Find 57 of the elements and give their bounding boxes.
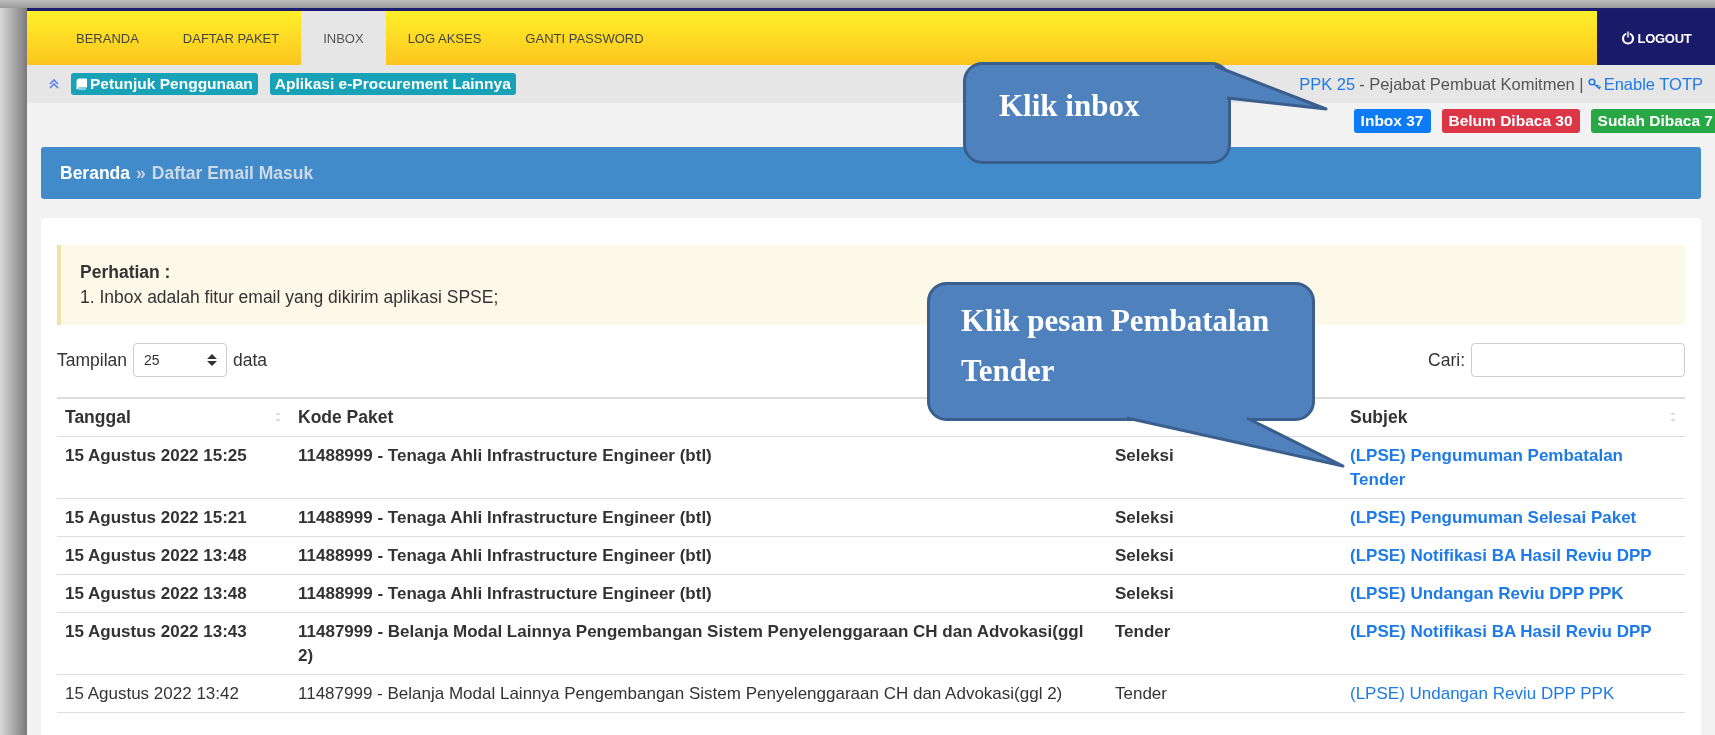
- package-cell: 11488999 - Tenaga Ahli Infrastructure Engineer (btl): [290, 436, 1107, 498]
- page-length-suffix: data: [233, 349, 268, 371]
- column-header[interactable]: Subjek: [1350, 406, 1408, 428]
- user-link[interactable]: PPK 25: [1299, 74, 1356, 94]
- nav-tab[interactable]: BERANDA: [54, 11, 161, 65]
- nav-tab[interactable]: LOG AKSES: [385, 11, 504, 65]
- callout-text: Klik pesan Pembatalan Tender: [961, 302, 1271, 390]
- enable-totp-link[interactable]: Enable TOTP: [1587, 74, 1703, 94]
- method-cell: Seleksi: [1107, 498, 1342, 536]
- page-length-select[interactable]: 25: [133, 343, 228, 377]
- date-cell: 15 Agustus 2022 13:43: [57, 612, 290, 674]
- search-field[interactable]: [1471, 343, 1685, 377]
- method-cell: Seleksi: [1107, 574, 1342, 612]
- link-button[interactable]: Aplikasi e-Procurement Lainnya: [269, 73, 516, 95]
- date-cell: 15 Agustus 2022 15:21: [57, 498, 290, 536]
- method-cell: Seleksi: [1107, 536, 1342, 574]
- date-cell: 15 Agustus 2022 13:48: [57, 536, 290, 574]
- package-cell: 11488999 - Tenaga Ahli Infrastructure Engineer (btl): [290, 536, 1107, 574]
- page-length-label: Tampilan: [57, 349, 128, 371]
- up-down-icon: [207, 353, 218, 367]
- double-chevron-up-icon[interactable]: [49, 79, 59, 89]
- power-icon: [1620, 31, 1635, 45]
- notice-text: 1. Inbox adalah fitur email yang dikirim aplikasi SPSE;: [80, 287, 500, 308]
- date-cell: 15 Agustus 2022 13:48: [57, 574, 290, 612]
- subject-link[interactable]: (LPSE) Undangan Reviu DPP PPK: [1350, 681, 1677, 706]
- package-cell: 11487999 - Belanja Modal Lainnya Pengembangan Sistem Penyelenggaraan CH dan Advokasi(ggl 2): [290, 612, 1107, 674]
- date-cell: 15 Agustus 2022 13:42: [57, 674, 290, 712]
- user-role: - Pejabat Pembuat Komitmen |: [1359, 74, 1584, 94]
- column-header[interactable]: Kode Paket: [298, 406, 394, 428]
- nav-tab[interactable]: INBOX: [301, 11, 386, 65]
- sort-icon: [1669, 411, 1677, 424]
- inbox-count-badge[interactable]: Sudah Dibaca 7: [1590, 109, 1715, 133]
- package-cell: 11487999 - Belanja Modal Lainnya Pengembangan Sistem Penyelenggaraan CH dan Advokasi(ggl 2): [290, 674, 1107, 712]
- callout-text: Klik inbox: [999, 87, 1141, 125]
- subject-link[interactable]: (LPSE) Pengumuman Selesai Paket: [1350, 505, 1677, 530]
- link-button[interactable]: Petunjuk Penggunaan: [71, 73, 258, 95]
- breadcrumb-separator: »: [136, 162, 146, 184]
- nav-tab[interactable]: GANTI PASSWORD: [503, 11, 666, 65]
- logout-button[interactable]: LOGOUT: [1597, 11, 1715, 65]
- notice-title: Perhatian :: [80, 262, 172, 283]
- subject-link[interactable]: (LPSE) Notifikasi BA Hasil Reviu DPP: [1350, 619, 1677, 644]
- package-cell: 11488999 - Tenaga Ahli Infrastructure Engineer (btl): [290, 498, 1107, 536]
- package-cell: 11488999 - Tenaga Ahli Infrastructure Engineer (btl): [290, 574, 1107, 612]
- date-cell: 15 Agustus 2022 15:25: [57, 436, 290, 498]
- method-cell: Tender: [1107, 674, 1342, 712]
- breadcrumb-home-link[interactable]: Beranda: [60, 162, 131, 184]
- breadcrumb-current: Daftar Email Masuk: [151, 162, 314, 184]
- book-icon: [76, 78, 87, 90]
- sort-icon: [274, 411, 282, 424]
- subject-link[interactable]: (LPSE) Notifikasi BA Hasil Reviu DPP: [1350, 543, 1677, 568]
- search-label: Cari:: [1428, 349, 1465, 371]
- key-icon: [1587, 78, 1601, 90]
- column-header[interactable]: Tanggal: [65, 406, 131, 428]
- nav-tab[interactable]: DAFTAR PAKET: [160, 11, 302, 65]
- subject-link[interactable]: (LPSE) Undangan Reviu DPP PPK: [1350, 581, 1677, 606]
- method-cell: Tender: [1107, 612, 1342, 674]
- subject-link[interactable]: (LPSE) Pengumuman Pembatalan Tender: [1350, 443, 1677, 492]
